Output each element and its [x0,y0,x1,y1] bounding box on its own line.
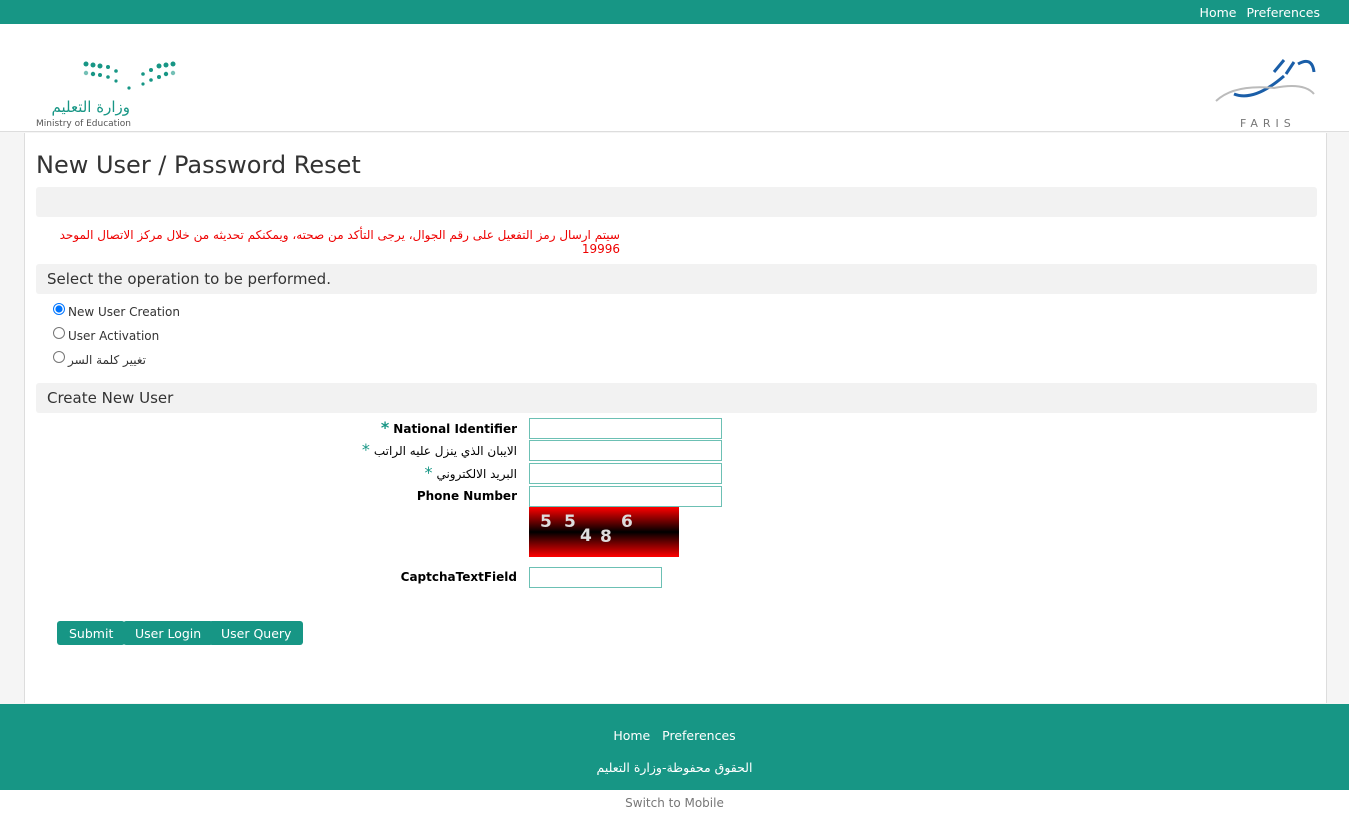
iban-input[interactable] [529,440,722,461]
email-input[interactable] [529,463,722,484]
label-text: National Identifier [393,422,517,436]
faris-calligraphy-icon [1215,59,1316,102]
faris-logo: FARIS [1214,54,1324,130]
captcha-image: 5 5 4 8 6 [529,507,679,557]
footer: Home Preferences الحقوق محفوظة-وزارة الت… [0,704,1349,790]
user-query-button[interactable]: User Query [209,621,304,645]
create-user-header: Create New User [36,383,1317,413]
radio-new-user-creation[interactable]: New User Creation [53,303,180,319]
radio-label: New User Creation [68,305,180,319]
copyright: الحقوق محفوظة-وزارة التعليم [596,760,753,775]
national-id-label: * National Identifier [377,418,517,437]
user-login-button[interactable]: User Login [123,621,214,645]
radio-input[interactable] [53,327,65,339]
radio-input[interactable] [53,303,65,315]
submit-button[interactable]: Submit [57,621,126,645]
required-mark: * [424,463,433,482]
moe-dots-icon [83,61,176,90]
main-panel: New User / Password Reset سيتم ارسال رمز… [24,133,1327,703]
label-text: البريد الالكتروني [436,467,517,481]
captcha-input[interactable] [529,567,662,588]
message-bar [36,187,1317,217]
moe-arabic-name: وزارة التعليم [51,98,130,116]
footer-home-link[interactable]: Home [613,728,650,743]
radio-label: User Activation [68,329,160,343]
captcha-digit: 4 [580,526,592,546]
required-mark: * [361,440,370,459]
faris-text: FARIS [1240,117,1296,130]
ministry-of-education-logo: وزارة التعليم Ministry of Education [36,36,176,129]
captcha-digit: 6 [621,512,633,532]
footer-preferences-link[interactable]: Preferences [662,728,736,743]
phone-input[interactable] [529,486,722,507]
operation-header: Select the operation to be performed. [36,264,1317,294]
email-label: * البريد الالكتروني [420,463,517,482]
switch-to-mobile-link[interactable]: Switch to Mobile [0,790,1349,816]
nav-home-link[interactable]: Home [1200,5,1237,20]
captcha-label: CaptchaTextField [400,570,517,584]
page-title: New User / Password Reset [36,151,361,179]
activation-notice: سيتم ارسال رمز التفعيل على رقم الجوال، ي… [59,228,620,256]
moe-english-name: Ministry of Education [36,119,131,129]
radio-label: تغيير كلمة السر [68,353,146,367]
captcha-digit: 5 [564,512,576,532]
radio-input[interactable] [53,351,65,363]
phone-label: Phone Number [416,489,517,503]
iban-label: * الايبان الذي ينزل عليه الراتب [358,440,517,459]
captcha-digit: 8 [600,527,612,547]
national-id-input[interactable] [529,418,722,439]
label-text: الايبان الذي ينزل عليه الراتب [373,444,517,458]
top-nav: Home Preferences [0,0,1349,24]
required-mark: * [380,418,390,437]
radio-user-activation[interactable]: User Activation [53,327,160,343]
header: وزارة التعليم Ministry of Education FARI… [0,24,1349,132]
captcha-digit: 5 [540,512,552,532]
radio-change-password[interactable]: تغيير كلمة السر [53,351,146,367]
nav-preferences-link[interactable]: Preferences [1246,5,1320,20]
